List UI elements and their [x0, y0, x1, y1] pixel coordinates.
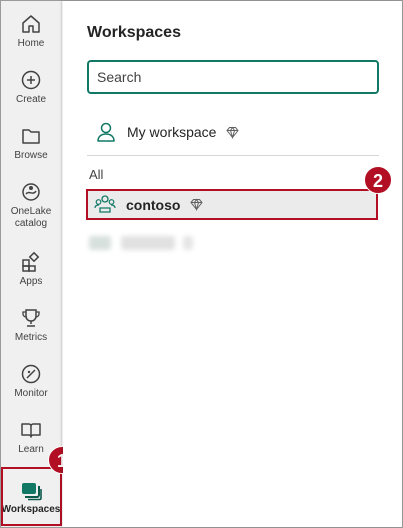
onelake-icon [22, 183, 40, 201]
plus-circle-icon [21, 70, 41, 90]
panel-title: Workspaces [87, 24, 181, 41]
workspaces-panel: Workspaces My workspace All contoso [63, 1, 402, 527]
home-icon [22, 15, 40, 33]
redacted-name [121, 236, 175, 250]
premium-diamond-icon [226, 126, 240, 139]
nav-item-apps[interactable]: Apps [1, 251, 61, 288]
folder-icon [22, 129, 40, 144]
nav-item-monitor[interactable]: Monitor [1, 363, 61, 400]
workspace-item-redacted[interactable] [89, 232, 193, 254]
nav-item-label: Apps [19, 276, 43, 287]
workspace-item-contoso[interactable]: contoso [86, 189, 378, 220]
nav-item-browse[interactable]: Browse [1, 125, 61, 162]
nav-item-metrics[interactable]: Metrics [1, 307, 61, 344]
nav-item-label: Metrics [14, 332, 48, 343]
person-icon [97, 122, 115, 142]
callout-badge-2: 2 [364, 166, 392, 194]
monitor-icon [21, 364, 41, 384]
nav-item-label: Create [15, 94, 46, 105]
group-workspace-icon [94, 194, 116, 213]
my-workspace-row[interactable]: My workspace [95, 117, 240, 147]
workspaces-highlight [1, 467, 62, 526]
nav-item-label: Browse [14, 150, 48, 161]
apps-icon [22, 251, 40, 272]
nav-item-label-line2: catalog [14, 218, 48, 229]
nav-item-label: OneLake [10, 206, 52, 217]
nav-item-label: Monitor [14, 388, 48, 399]
redacted-diamond-icon [183, 236, 193, 250]
nav-item-label: Home [17, 38, 45, 49]
divider [87, 155, 379, 156]
nav-item-onelake-catalog[interactable]: OneLake catalog [1, 181, 61, 230]
book-icon [21, 423, 41, 438]
my-workspace-label: My workspace [127, 124, 217, 140]
nav-item-home[interactable]: Home [1, 13, 61, 50]
workspace-name: contoso [126, 196, 181, 213]
redacted-icon [89, 236, 111, 250]
section-label-all: All [89, 167, 104, 182]
trophy-icon [22, 309, 40, 327]
search-input[interactable] [87, 60, 379, 94]
premium-diamond-icon [190, 198, 204, 211]
nav-item-create[interactable]: Create [1, 69, 61, 106]
